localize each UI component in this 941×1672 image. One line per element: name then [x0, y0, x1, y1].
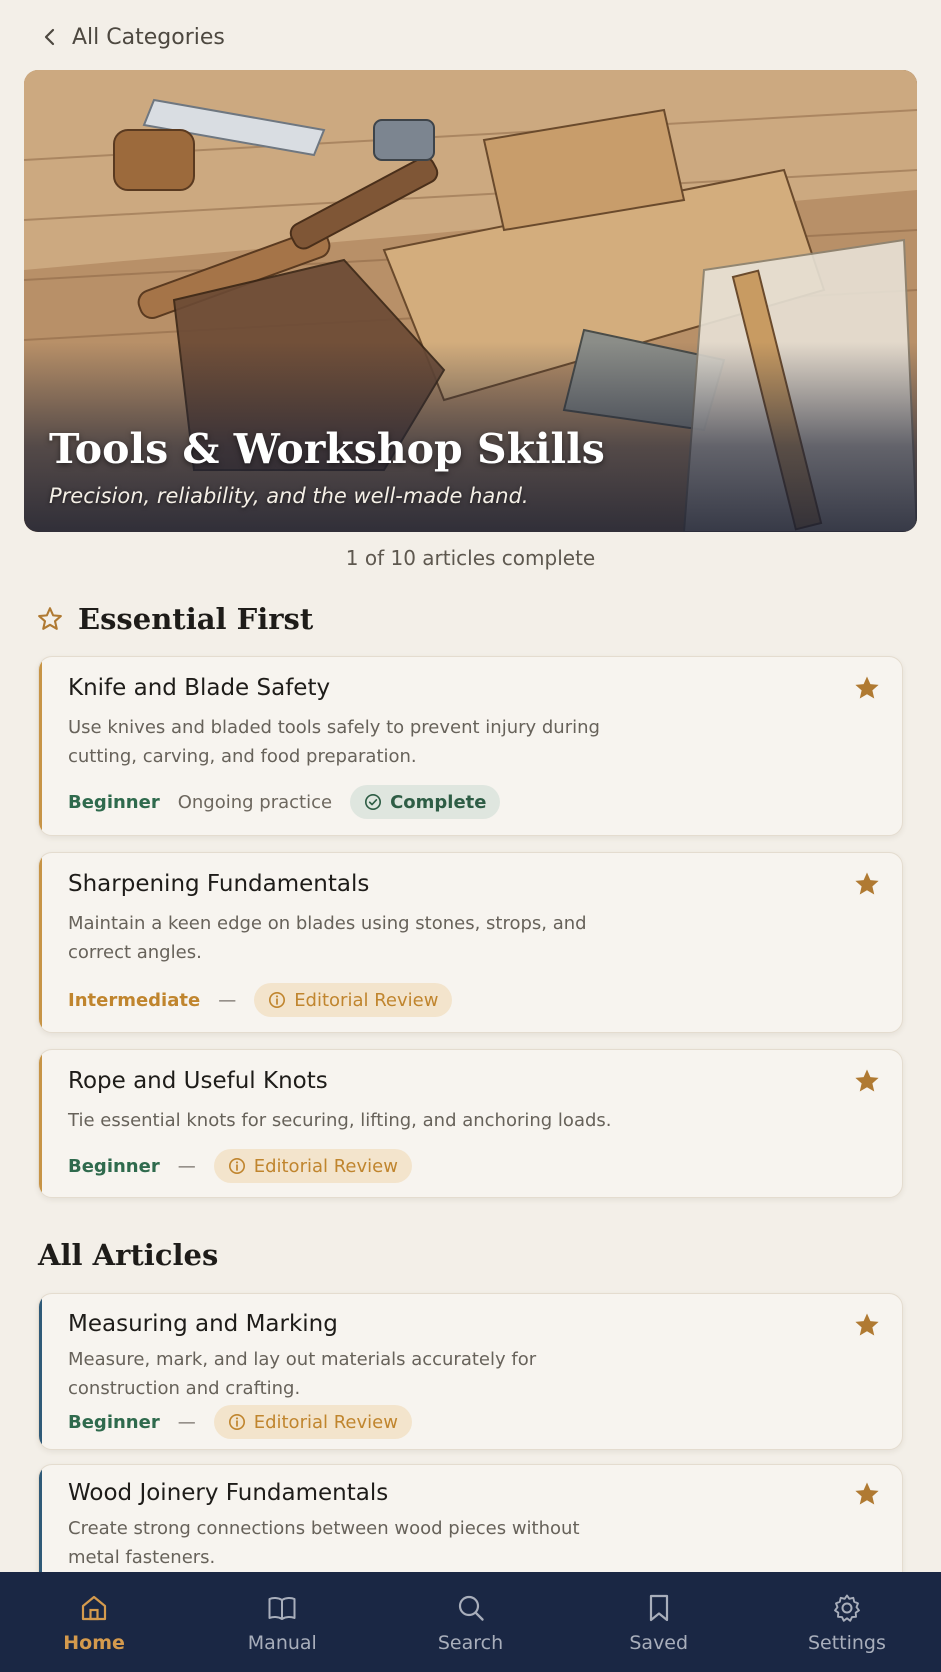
star-filled-icon[interactable]	[852, 869, 882, 899]
tab-saved[interactable]: Saved	[565, 1572, 753, 1672]
article-description: Create strong connections between wood p…	[68, 1518, 580, 1568]
article-title: Measuring and Marking	[68, 1311, 338, 1337]
duration-text: Ongoing practice	[177, 791, 333, 813]
status-label: Editorial Review	[253, 1155, 398, 1177]
tab-settings[interactable]: Settings	[753, 1572, 941, 1672]
star-filled-icon[interactable]	[852, 1479, 882, 1509]
article-title: Knife and Blade Safety	[68, 675, 331, 701]
status-label: Complete	[390, 791, 487, 813]
status-badge: Editorial Review	[213, 1405, 412, 1439]
search-icon	[458, 1595, 484, 1621]
difficulty-level: Beginner	[68, 791, 160, 813]
status-badge: Editorial Review	[254, 983, 453, 1017]
gear-icon	[833, 1594, 860, 1622]
progress-summary: 1 of 10 articles complete	[345, 546, 596, 570]
article-description: Measure, mark, and lay out materials acc…	[68, 1349, 537, 1399]
difficulty-level: Intermediate	[68, 989, 201, 1011]
info-circle-icon	[228, 1413, 245, 1431]
bookmark-icon	[649, 1594, 668, 1622]
check-circle-icon	[365, 793, 382, 811]
category-hero: Tools & Workshop Skills Precision, relia…	[24, 70, 917, 532]
star-filled-icon[interactable]	[852, 1066, 882, 1096]
tab-search[interactable]: Search	[376, 1572, 564, 1672]
article-meta: Beginner Ongoing practice Complete	[68, 785, 501, 819]
status-badge: Editorial Review	[213, 1149, 412, 1183]
star-filled-icon[interactable]	[852, 673, 882, 703]
back-link-label: All Categories	[72, 24, 225, 50]
article-meta: Beginner — Editorial Review	[68, 1149, 412, 1183]
bottom-tab-bar: Home Manual Search Saved Settings	[0, 1572, 941, 1672]
section-title: All Articles	[38, 1238, 219, 1272]
difficulty-level: Beginner	[68, 1411, 160, 1433]
article-meta: Beginner — Editorial Review	[68, 1405, 412, 1439]
tab-manual[interactable]: Manual	[188, 1572, 376, 1672]
article-description: Tie essential knots for securing, liftin…	[68, 1110, 612, 1131]
duration-text: —	[177, 1155, 196, 1177]
chevron-left-icon	[44, 28, 55, 46]
article-title: Rope and Useful Knots	[68, 1068, 328, 1094]
star-filled-icon[interactable]	[852, 1310, 882, 1340]
article-description: Maintain a keen edge on blades using sto…	[68, 913, 587, 963]
article-meta: Intermediate — Editorial Review	[68, 983, 453, 1017]
article-title: Sharpening Fundamentals	[68, 871, 370, 897]
article-card[interactable]: Measuring and Marking Measure, mark, and…	[38, 1293, 903, 1450]
tab-label: Search	[437, 1632, 504, 1654]
status-label: Editorial Review	[294, 989, 439, 1011]
category-title: Tools & Workshop Skills	[49, 425, 605, 473]
tab-label: Manual	[247, 1632, 317, 1654]
all-articles-heading: All Articles	[38, 1238, 218, 1272]
article-card[interactable]: Sharpening Fundamentals Maintain a keen …	[38, 852, 903, 1033]
info-circle-icon	[228, 1157, 245, 1175]
status-label: Editorial Review	[253, 1411, 398, 1433]
article-description: Use knives and bladed tools safely to pr…	[68, 717, 600, 767]
star-outline-icon	[38, 607, 62, 630]
home-icon	[81, 1595, 107, 1621]
back-link[interactable]: All Categories	[40, 20, 225, 54]
duration-text: —	[218, 989, 237, 1011]
category-subtitle: Precision, reliability, and the well-mad…	[49, 484, 529, 508]
difficulty-level: Beginner	[68, 1155, 160, 1177]
tab-home[interactable]: Home	[0, 1572, 188, 1672]
article-title: Wood Joinery Fundamentals	[68, 1480, 389, 1506]
article-card[interactable]: Knife and Blade Safety Use knives and bl…	[38, 656, 903, 836]
tab-label: Settings	[807, 1632, 886, 1654]
article-card[interactable]: Rope and Useful Knots Tie essential knot…	[38, 1049, 903, 1198]
info-circle-icon	[269, 991, 286, 1009]
tab-label: Home	[63, 1632, 125, 1654]
essential-section-heading: Essential First	[36, 602, 313, 636]
section-title: Essential First	[78, 602, 314, 636]
tab-label: Saved	[629, 1632, 689, 1654]
status-badge: Complete	[350, 785, 501, 819]
duration-text: —	[177, 1411, 196, 1433]
book-icon	[268, 1596, 296, 1620]
